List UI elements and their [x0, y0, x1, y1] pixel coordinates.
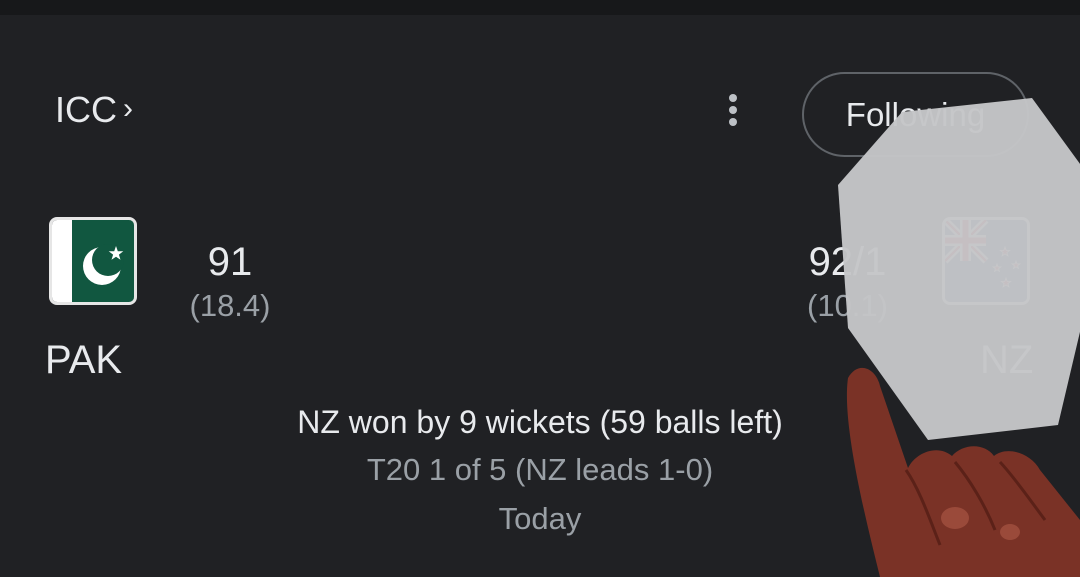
- series-status: T20 1 of 5 (NZ leads 1-0): [366, 452, 714, 487]
- match-date: Today: [498, 501, 582, 536]
- following-button[interactable]: Following: [802, 72, 1029, 157]
- away-team-score: 92/1: [808, 240, 887, 284]
- home-team-name[interactable]: PAK: [45, 338, 122, 383]
- home-team-score: 91: [207, 240, 253, 284]
- away-team-name[interactable]: NZ: [980, 338, 1033, 383]
- status-bar-strip: [0, 0, 1080, 15]
- match-result: NZ won by 9 wickets (59 balls left): [297, 404, 783, 440]
- pakistan-flag-icon: [52, 220, 134, 302]
- league-label: ICC: [55, 89, 117, 130]
- more-vert-icon[interactable]: [716, 88, 750, 132]
- league-breadcrumb[interactable]: ICC ›: [55, 86, 133, 134]
- home-team-overs: (18.4): [189, 288, 271, 323]
- away-team-overs: (10.1): [807, 288, 888, 323]
- chevron-right-icon: ›: [123, 92, 133, 125]
- new-zealand-flag-icon: [945, 220, 1027, 302]
